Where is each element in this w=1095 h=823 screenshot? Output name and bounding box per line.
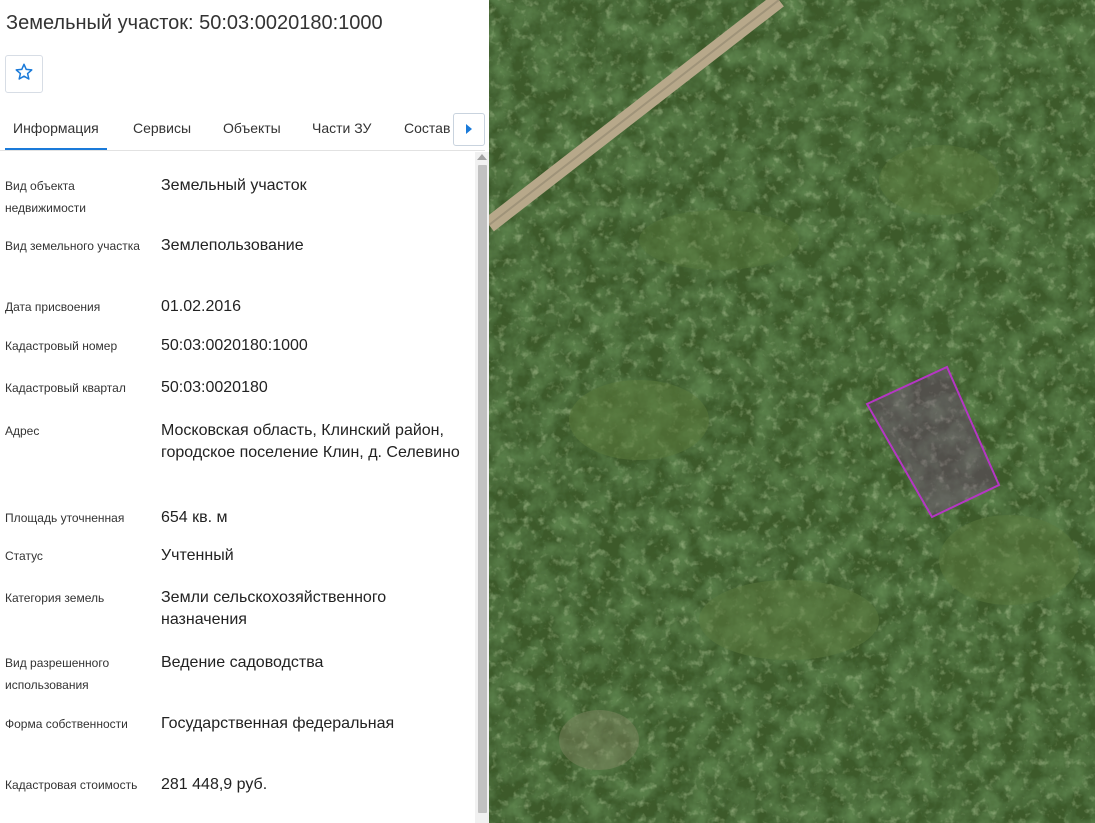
field-value: 01.02.2016 — [161, 298, 242, 315]
field-label: Кадастровый номер — [5, 339, 118, 353]
field-value: Учтенный — [161, 547, 234, 564]
field-value: Московская область, Клинский район, горо… — [161, 422, 460, 461]
field-value: 50:03:0020180 — [161, 379, 268, 396]
field-label: Кадастровый квартал — [5, 381, 126, 395]
tab-bar: Информация Сервисы Объекты Части ЗУ Сост… — [0, 110, 485, 151]
field-label: Площадь уточненная — [5, 511, 125, 525]
tab-objects[interactable]: Объекты — [223, 110, 281, 148]
tab-composition[interactable]: Состав — [404, 110, 450, 148]
field-label: Дата присвоения — [5, 300, 101, 314]
field-value: 281 448,9 руб. — [161, 776, 268, 793]
field-value: 654 кв. м — [161, 509, 228, 526]
field-label: Вид земельного участка — [5, 239, 140, 253]
panel-scrollbar[interactable] — [475, 152, 489, 823]
page-title: Земельный участок: 50:03:0020180:1000 — [6, 12, 383, 34]
satellite-map[interactable] — [489, 0, 1095, 823]
field-value: 50:03:0020180:1000 — [161, 337, 308, 354]
field-label: Форма собственности — [5, 717, 128, 731]
tab-services[interactable]: Сервисы — [133, 110, 191, 148]
field-label: Статус — [5, 549, 43, 563]
field-value: Землепользование — [161, 237, 304, 254]
scrollbar-thumb[interactable] — [478, 165, 487, 813]
field-label: Вид объекта недвижимости — [5, 179, 86, 215]
field-label: Кадастровая стоимость — [5, 778, 138, 792]
caret-right-icon — [465, 121, 473, 139]
tab-parcel-parts[interactable]: Части ЗУ — [312, 110, 371, 148]
field-value: Ведение садоводства — [161, 654, 324, 671]
satellite-imagery — [489, 0, 1095, 823]
favorite-button[interactable] — [5, 55, 43, 93]
tab-information[interactable]: Информация — [5, 110, 107, 150]
scroll-up-arrow-icon[interactable] — [477, 154, 487, 160]
tabs-next-button[interactable] — [453, 113, 485, 146]
field-label: Вид разрешенного использования — [5, 656, 110, 692]
field-value: Государственная федеральная — [161, 715, 395, 732]
field-value: Земли сельскохозяйственного назначения — [161, 589, 387, 628]
star-outline-icon — [14, 62, 34, 87]
info-panel: Земельный участок: 50:03:0020180:1000 Ин… — [0, 0, 489, 823]
field-label: Категория земель — [5, 591, 105, 605]
field-value: Земельный участок — [161, 177, 307, 194]
field-label: Адрес — [5, 424, 40, 438]
